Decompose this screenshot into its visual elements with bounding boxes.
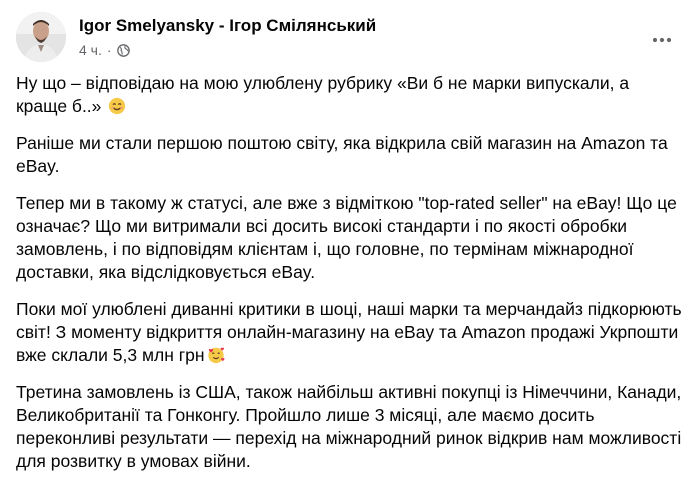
globe-icon[interactable] (116, 43, 130, 57)
post-header: Igor Smelyansky - Ігор Смілянський 4 ч. … (16, 12, 684, 62)
avatar-photo (16, 12, 66, 62)
more-options-icon (652, 37, 672, 43)
post-time[interactable]: 4 ч. (79, 42, 102, 58)
post-paragraph-2: Раніше ми стали першою поштою світу, яка… (16, 133, 668, 176)
post-meta: 4 ч. · (79, 42, 130, 58)
more-options-button[interactable] (644, 22, 680, 58)
smiling-face-with-hearts-emoji (207, 346, 225, 364)
author-name[interactable]: Igor Smelyansky - Ігор Смілянський (79, 16, 376, 36)
meta-separator: · (106, 42, 112, 58)
smiling-face-emoji (108, 97, 126, 115)
post-paragraph-3: Тепер ми в такому ж статусі, але вже з в… (16, 193, 677, 282)
post-body: Ну що – відповідаю на мою улюблену рубри… (16, 72, 684, 487)
post-paragraph-1: Ну що – відповідаю на мою улюблену рубри… (16, 72, 684, 118)
paragraph-text: Поки мої улюблені диванні критики в шоці… (16, 299, 682, 365)
post-paragraph-4: Поки мої улюблені диванні критики в шоці… (16, 298, 684, 367)
post-paragraph-5: Третина замовлень із США, також найбільш… (16, 382, 682, 471)
avatar[interactable] (16, 12, 66, 62)
facebook-post: Igor Smelyansky - Ігор Смілянський 4 ч. … (0, 0, 700, 471)
